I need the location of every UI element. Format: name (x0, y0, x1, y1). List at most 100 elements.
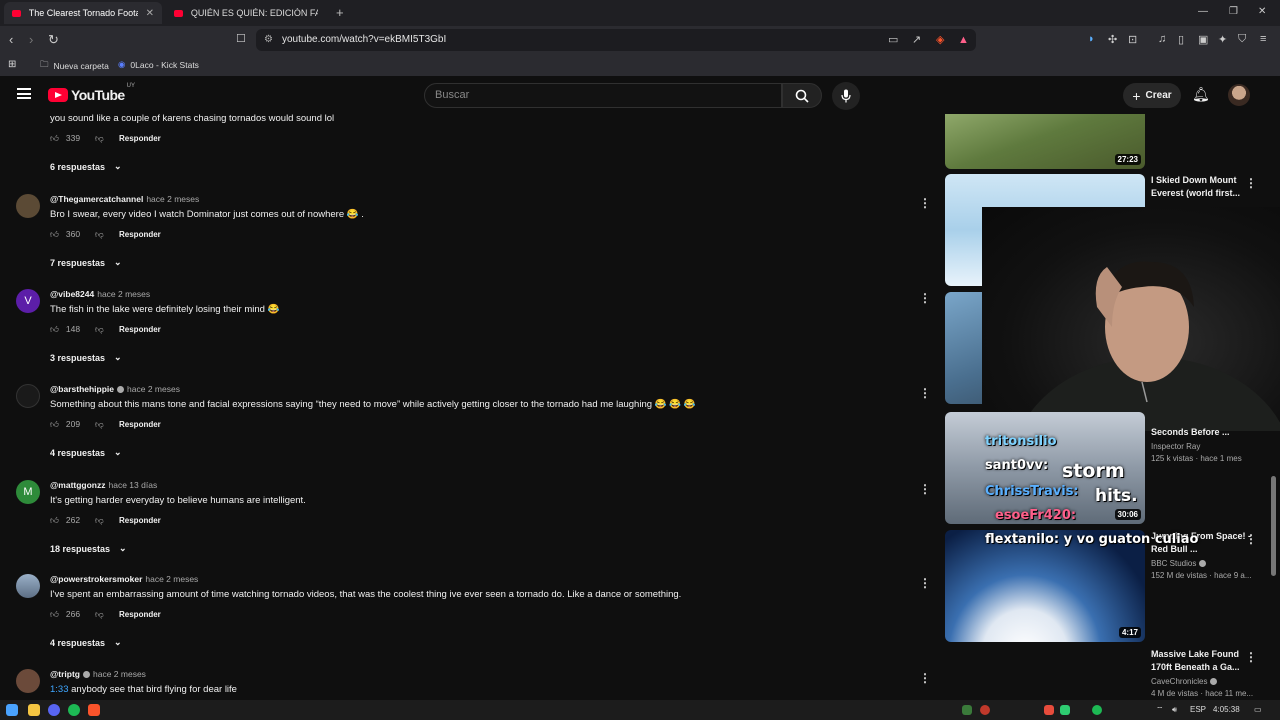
site-info-icon[interactable]: ⚙ (264, 29, 273, 51)
tray-app-icon[interactable] (1044, 705, 1054, 715)
dislike-button[interactable]: 👎︎ (95, 133, 119, 144)
commenter-name[interactable]: @triptg (50, 669, 80, 679)
comment-time[interactable]: hace 2 meses (146, 194, 199, 204)
dislike-button[interactable]: 👎︎ (95, 229, 119, 240)
dislike-button[interactable]: 👎︎ (95, 515, 119, 526)
url-field[interactable]: ⚙ youtube.com/watch?v=ekBMI5T3GbI ▭ ↗ ◈ … (256, 29, 976, 51)
volume-icon[interactable]: 🔊︎ (1172, 705, 1177, 715)
wallet-icon[interactable]: ▣ (1198, 33, 1208, 46)
commenter-name[interactable]: @powerstrokersmoker (50, 574, 142, 584)
like-button[interactable]: 👍︎ 360 (50, 229, 95, 240)
reply-button[interactable]: Responder (119, 420, 161, 429)
share-icon[interactable]: ↗ (912, 29, 921, 51)
clock[interactable]: 4:05:38 (1213, 705, 1240, 714)
tray-spotify-icon[interactable] (1092, 705, 1102, 715)
like-button[interactable]: 👍︎ 339 (50, 133, 95, 144)
commenter-avatar[interactable]: M (16, 480, 40, 504)
comment-time[interactable]: hace 2 meses (97, 289, 150, 299)
commenter-avatar[interactable]: V (16, 289, 40, 313)
comment-menu-icon[interactable]: ⋮ (919, 482, 931, 496)
comment-menu-icon[interactable]: ⋮ (919, 386, 931, 400)
brave-rewards-icon[interactable]: ▲ (958, 29, 969, 51)
screenshot-icon[interactable]: ⊡ (1128, 33, 1137, 46)
video-title[interactable]: Massive Lake Found 170ft Beneath a Ga... (1151, 648, 1256, 674)
new-tab-button[interactable]: + (336, 5, 344, 20)
comment-menu-icon[interactable]: ⋮ (919, 291, 931, 305)
commenter-avatar[interactable] (16, 384, 40, 408)
reply-button[interactable]: Responder (119, 134, 161, 143)
bookmark-folder[interactable]: 🗀 Nueva carpeta (40, 59, 109, 73)
restore-icon[interactable]: ❐ (1229, 6, 1238, 17)
minimize-icon[interactable]: — (1198, 6, 1208, 17)
reply-button[interactable]: Responder (119, 325, 161, 334)
comment-menu-icon[interactable]: ⋮ (919, 576, 931, 590)
bookmark-icon[interactable]: ☐ (236, 32, 246, 45)
comment-time[interactable]: hace 2 meses (127, 384, 180, 394)
youtube-logo[interactable]: YouTube UY (48, 83, 135, 103)
view-replies-button[interactable]: 4 respuestas ⌄ (50, 637, 681, 648)
comment-time[interactable]: hace 13 días (109, 480, 158, 490)
commenter-name[interactable]: @vibe8244 (50, 289, 94, 299)
windows-start-icon[interactable] (6, 704, 18, 716)
sidebar-icon[interactable]: ▯ (1178, 33, 1184, 46)
search-input[interactable]: Buscar (424, 83, 782, 108)
close-window-icon[interactable]: ✕ (1258, 6, 1266, 17)
media-icon[interactable]: ♫ (1158, 33, 1166, 45)
video-menu-icon[interactable]: ⋮ (1245, 650, 1257, 664)
spotify-icon[interactable] (68, 704, 80, 716)
like-button[interactable]: 👍︎ 209 (50, 419, 95, 430)
extensions-icon[interactable]: ✣ (1108, 33, 1117, 46)
view-replies-button[interactable]: 7 respuestas ⌄ (50, 257, 364, 268)
menu-icon[interactable]: ≡ (1260, 33, 1266, 45)
search-button[interactable] (782, 83, 822, 108)
channel-name[interactable]: CaveChronicles (1151, 677, 1256, 686)
view-replies-button[interactable]: 18 respuestas ⌄ (50, 543, 306, 554)
timestamp-link[interactable]: 1:33 (50, 684, 69, 695)
scrollbar-thumb[interactable] (1271, 476, 1276, 576)
leo-ai-icon[interactable]: ✦ (1218, 33, 1227, 46)
comment-menu-icon[interactable]: ⋮ (919, 196, 931, 210)
create-button[interactable]: + Crear (1123, 83, 1181, 108)
commenter-name[interactable]: @barsthehippie (50, 384, 114, 394)
comment-menu-icon[interactable]: ⋮ (919, 671, 931, 685)
reload-icon[interactable]: ↻ (48, 32, 59, 48)
tray-app-icon[interactable] (1060, 705, 1070, 715)
brave-shield-icon[interactable]: ◈ (936, 29, 944, 51)
view-replies-button[interactable]: 4 respuestas ⌄ (50, 447, 695, 458)
vpn-icon[interactable]: ⛉ (1238, 33, 1246, 46)
commenter-avatar[interactable] (16, 669, 40, 693)
audio-icon[interactable]: ◗ (1088, 33, 1095, 45)
like-button[interactable]: 👍︎ 148 (50, 324, 95, 335)
commenter-name[interactable]: @Thegamercatchannel (50, 194, 143, 204)
dislike-button[interactable]: 👎︎ (95, 324, 119, 335)
discord-icon[interactable] (48, 704, 60, 716)
back-icon[interactable]: ‹ (9, 32, 13, 47)
network-icon[interactable]: ⌔ (1156, 705, 1164, 715)
like-button[interactable]: 👍︎ 262 (50, 515, 95, 526)
channel-name[interactable]: BBC Studios (1151, 559, 1256, 568)
language-indicator[interactable]: ESP (1190, 705, 1206, 714)
commenter-name[interactable]: @mattggonzz (50, 480, 106, 490)
like-button[interactable]: 👍︎ 266 (50, 609, 95, 620)
commenter-avatar[interactable] (16, 194, 40, 218)
comment-time[interactable]: hace 2 meses (93, 669, 146, 679)
notifications-bell-icon[interactable]: 🔔︎ (1192, 86, 1210, 103)
comment-time[interactable]: hace 2 meses (145, 574, 198, 584)
tray-app-icon[interactable] (980, 705, 990, 715)
file-explorer-icon[interactable] (28, 704, 40, 716)
video-menu-icon[interactable]: ⋮ (1245, 176, 1257, 190)
forward-icon[interactable]: › (29, 32, 33, 47)
dislike-button[interactable]: 👎︎ (95, 609, 119, 620)
brave-browser-icon[interactable] (88, 704, 100, 716)
reply-button[interactable]: Responder (119, 610, 161, 619)
browser-tab[interactable]: QUIÉN ES QUIÉN: EDICIÓN FAMOSC (166, 2, 326, 24)
video-title[interactable]: I Skied Down Mount Everest (world first.… (1151, 174, 1256, 200)
view-replies-button[interactable]: 6 respuestas ⌄ (50, 161, 334, 172)
tray-app-icon[interactable] (962, 705, 972, 715)
hamburger-menu-icon[interactable] (17, 88, 31, 99)
apps-icon[interactable]: ⊞ (8, 59, 16, 70)
notification-center-icon[interactable]: ▭ (1254, 705, 1262, 714)
view-replies-button[interactable]: 3 respuestas ⌄ (50, 352, 279, 363)
account-avatar[interactable] (1228, 84, 1250, 106)
video-thumbnail[interactable]: 27:23 (945, 114, 1145, 169)
